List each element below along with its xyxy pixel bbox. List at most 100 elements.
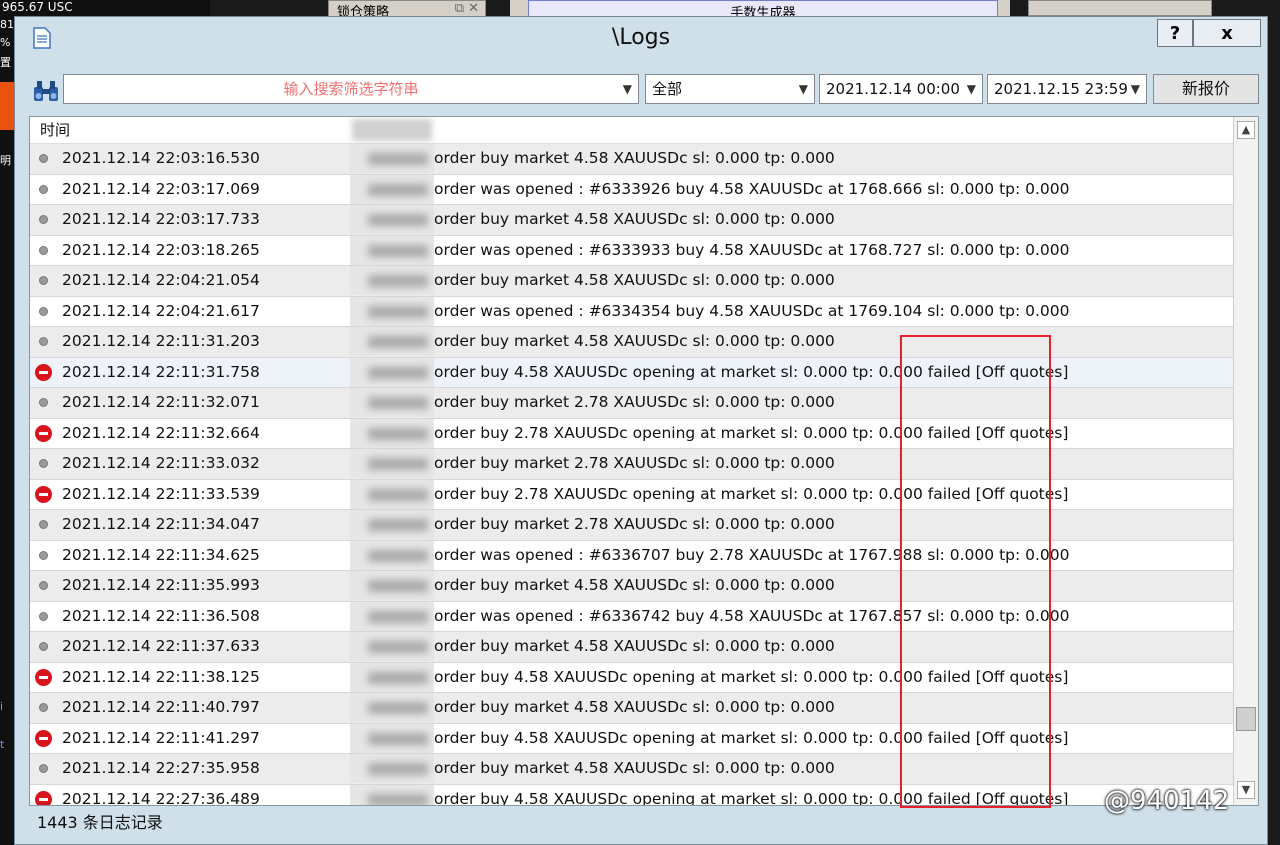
row-time: 2021.12.14 22:11:33.032 bbox=[62, 454, 260, 472]
table-row[interactable]: 2021.12.14 22:11:32.071 order buy market … bbox=[30, 388, 1234, 419]
filter-select[interactable]: 全部 ▼ bbox=[645, 74, 815, 104]
table-row[interactable]: 2021.12.14 22:11:33.032 order buy market … bbox=[30, 449, 1234, 480]
row-message: order was opened : #6333933 buy 4.58 XAU… bbox=[434, 240, 1070, 259]
row-message: order buy market 2.78 XAUUSDc sl: 0.000 … bbox=[434, 515, 835, 533]
table-row[interactable]: 2021.12.14 22:11:36.508 order was opened … bbox=[30, 601, 1234, 632]
log-list[interactable]: 时间 2021.12.14 22:03:16.530 order buy mark… bbox=[29, 116, 1259, 806]
row-time: 2021.12.14 22:04:21.054 bbox=[62, 271, 260, 289]
logs-window: \Logs ? x 输入搜索筛选字符串 ▼ 全部 ▼ 2021.12.14 00… bbox=[14, 16, 1268, 845]
log-count: 1443 条日志记录 bbox=[37, 813, 163, 832]
table-row[interactable]: 2021.12.14 22:11:32.664 order buy 2.78 XA… bbox=[30, 418, 1234, 449]
row-time: 2021.12.14 22:04:21.617 bbox=[62, 301, 260, 320]
table-row[interactable]: 2021.12.14 22:03:17.733 order buy market … bbox=[30, 205, 1234, 236]
info-icon bbox=[39, 581, 48, 590]
search-input[interactable]: 输入搜索筛选字符串 ▼ bbox=[63, 74, 639, 104]
info-icon bbox=[39, 703, 48, 712]
info-icon bbox=[39, 154, 48, 163]
row-source-blurred bbox=[350, 510, 434, 539]
scroll-up-icon[interactable]: ▲ bbox=[1237, 121, 1255, 139]
window-title: \Logs bbox=[611, 25, 671, 50]
time-column-header[interactable]: 时间 bbox=[40, 117, 70, 143]
help-button[interactable]: ? bbox=[1157, 19, 1193, 47]
table-row[interactable]: 2021.12.14 22:03:17.069 order was opened … bbox=[30, 174, 1234, 205]
row-time: 2021.12.14 22:11:35.993 bbox=[62, 576, 260, 594]
row-source-blurred bbox=[350, 540, 434, 570]
table-row[interactable]: 2021.12.14 22:03:16.530 order buy market … bbox=[30, 144, 1234, 175]
row-source-blurred bbox=[350, 296, 434, 326]
row-message: order buy market 4.58 XAUUSDc sl: 0.000 … bbox=[434, 637, 835, 655]
info-icon bbox=[39, 215, 48, 224]
table-row[interactable]: 2021.12.14 22:27:36.489 order buy 4.58 XA… bbox=[30, 784, 1234, 806]
row-source-blurred bbox=[350, 723, 434, 753]
table-row[interactable]: 2021.12.14 22:11:40.797 order buy market … bbox=[30, 693, 1234, 724]
row-time: 2021.12.14 22:03:16.530 bbox=[62, 149, 260, 167]
refresh-quotes-button[interactable]: 新报价 bbox=[1153, 74, 1259, 104]
table-row[interactable]: 2021.12.14 22:11:34.047 order buy market … bbox=[30, 510, 1234, 541]
source-column-header[interactable] bbox=[352, 119, 432, 141]
info-icon bbox=[39, 550, 48, 560]
row-time: 2021.12.14 22:11:37.633 bbox=[62, 637, 260, 655]
row-source-blurred bbox=[350, 449, 434, 478]
table-row[interactable]: 2021.12.14 22:11:37.633 order buy market … bbox=[30, 632, 1234, 663]
info-icon bbox=[39, 642, 48, 651]
background-panel bbox=[1028, 0, 1212, 16]
table-row[interactable]: 2021.12.14 22:03:18.265 order was opened … bbox=[30, 235, 1234, 266]
search-placeholder: 输入搜索筛选字符串 bbox=[283, 80, 419, 98]
row-source-blurred bbox=[350, 601, 434, 631]
date-from-select[interactable]: 2021.12.14 00:00 ▼ bbox=[819, 74, 983, 104]
table-row[interactable]: 2021.12.14 22:11:31.758 order buy 4.58 XA… bbox=[30, 357, 1234, 388]
table-row[interactable]: 2021.12.14 22:11:41.297 order buy 4.58 XA… bbox=[30, 723, 1234, 754]
row-source-blurred bbox=[350, 235, 434, 265]
binoculars-icon[interactable] bbox=[32, 79, 60, 103]
date-to-select[interactable]: 2021.12.15 23:59 ▼ bbox=[987, 74, 1147, 104]
status-bar: 1443 条日志记录 bbox=[29, 808, 1259, 838]
table-row[interactable]: 2021.12.14 22:11:33.539 order buy 2.78 XA… bbox=[30, 479, 1234, 510]
table-row[interactable]: 2021.12.14 22:11:35.993 order buy market … bbox=[30, 571, 1234, 602]
table-row[interactable]: 2021.12.14 22:27:35.958 order buy market … bbox=[30, 754, 1234, 785]
row-source-blurred bbox=[350, 754, 434, 783]
table-row[interactable]: 2021.12.14 22:11:34.625 order was opened … bbox=[30, 540, 1234, 571]
info-icon bbox=[39, 276, 48, 285]
side-glyph: t bbox=[0, 738, 5, 751]
row-source-blurred bbox=[350, 479, 434, 509]
title-bar[interactable]: \Logs ? x bbox=[15, 17, 1267, 63]
row-message: order buy market 4.58 XAUUSDc sl: 0.000 … bbox=[434, 149, 835, 167]
row-time: 2021.12.14 22:11:31.203 bbox=[62, 332, 260, 350]
row-source-blurred bbox=[350, 327, 434, 356]
row-time: 2021.12.14 22:27:36.489 bbox=[62, 789, 260, 806]
row-source-blurred bbox=[350, 357, 434, 387]
close-button[interactable]: x bbox=[1193, 19, 1261, 47]
side-glyph: 置 bbox=[0, 56, 11, 69]
row-message: order buy market 4.58 XAUUSDc sl: 0.000 … bbox=[434, 576, 835, 594]
date-to-value: 2021.12.15 23:59 bbox=[994, 80, 1128, 98]
scroll-thumb[interactable] bbox=[1236, 707, 1256, 731]
chevron-down-icon[interactable]: ▼ bbox=[799, 75, 808, 103]
vertical-scrollbar[interactable]: ▲ ▼ bbox=[1233, 117, 1258, 805]
account-balance: 965.67 USC bbox=[2, 0, 73, 14]
scroll-down-icon[interactable]: ▼ bbox=[1237, 781, 1255, 799]
info-icon bbox=[39, 245, 48, 255]
table-row[interactable]: 2021.12.14 22:04:21.054 order buy market … bbox=[30, 266, 1234, 297]
log-rows: 2021.12.14 22:03:16.530 order buy market … bbox=[30, 144, 1234, 806]
close-icon[interactable]: ⧉ ✕ bbox=[455, 1, 479, 16]
info-icon bbox=[39, 611, 48, 621]
info-icon bbox=[39, 398, 48, 407]
background-orange-block bbox=[0, 82, 14, 130]
chevron-down-icon[interactable]: ▼ bbox=[623, 75, 632, 103]
table-row[interactable]: 2021.12.14 22:11:31.203 order buy market … bbox=[30, 327, 1234, 358]
row-message: order buy market 2.78 XAUUSDc sl: 0.000 … bbox=[434, 393, 835, 411]
row-source-blurred bbox=[350, 174, 434, 204]
row-message: order buy market 4.58 XAUUSDc sl: 0.000 … bbox=[434, 759, 835, 777]
row-time: 2021.12.14 22:11:34.047 bbox=[62, 515, 260, 533]
row-source-blurred bbox=[350, 388, 434, 417]
row-message: order was opened : #6333926 buy 4.58 XAU… bbox=[434, 179, 1070, 198]
chevron-down-icon[interactable]: ▼ bbox=[1131, 75, 1140, 103]
row-source-blurred bbox=[350, 662, 434, 692]
row-source-blurred bbox=[350, 632, 434, 661]
table-row[interactable]: 2021.12.14 22:04:21.617 order was opened … bbox=[30, 296, 1234, 327]
error-icon bbox=[35, 790, 52, 805]
table-row[interactable]: 2021.12.14 22:11:38.125 order buy 4.58 XA… bbox=[30, 662, 1234, 693]
row-time: 2021.12.14 22:11:36.508 bbox=[62, 606, 260, 625]
filter-value: 全部 bbox=[652, 80, 683, 98]
chevron-down-icon[interactable]: ▼ bbox=[967, 75, 976, 103]
